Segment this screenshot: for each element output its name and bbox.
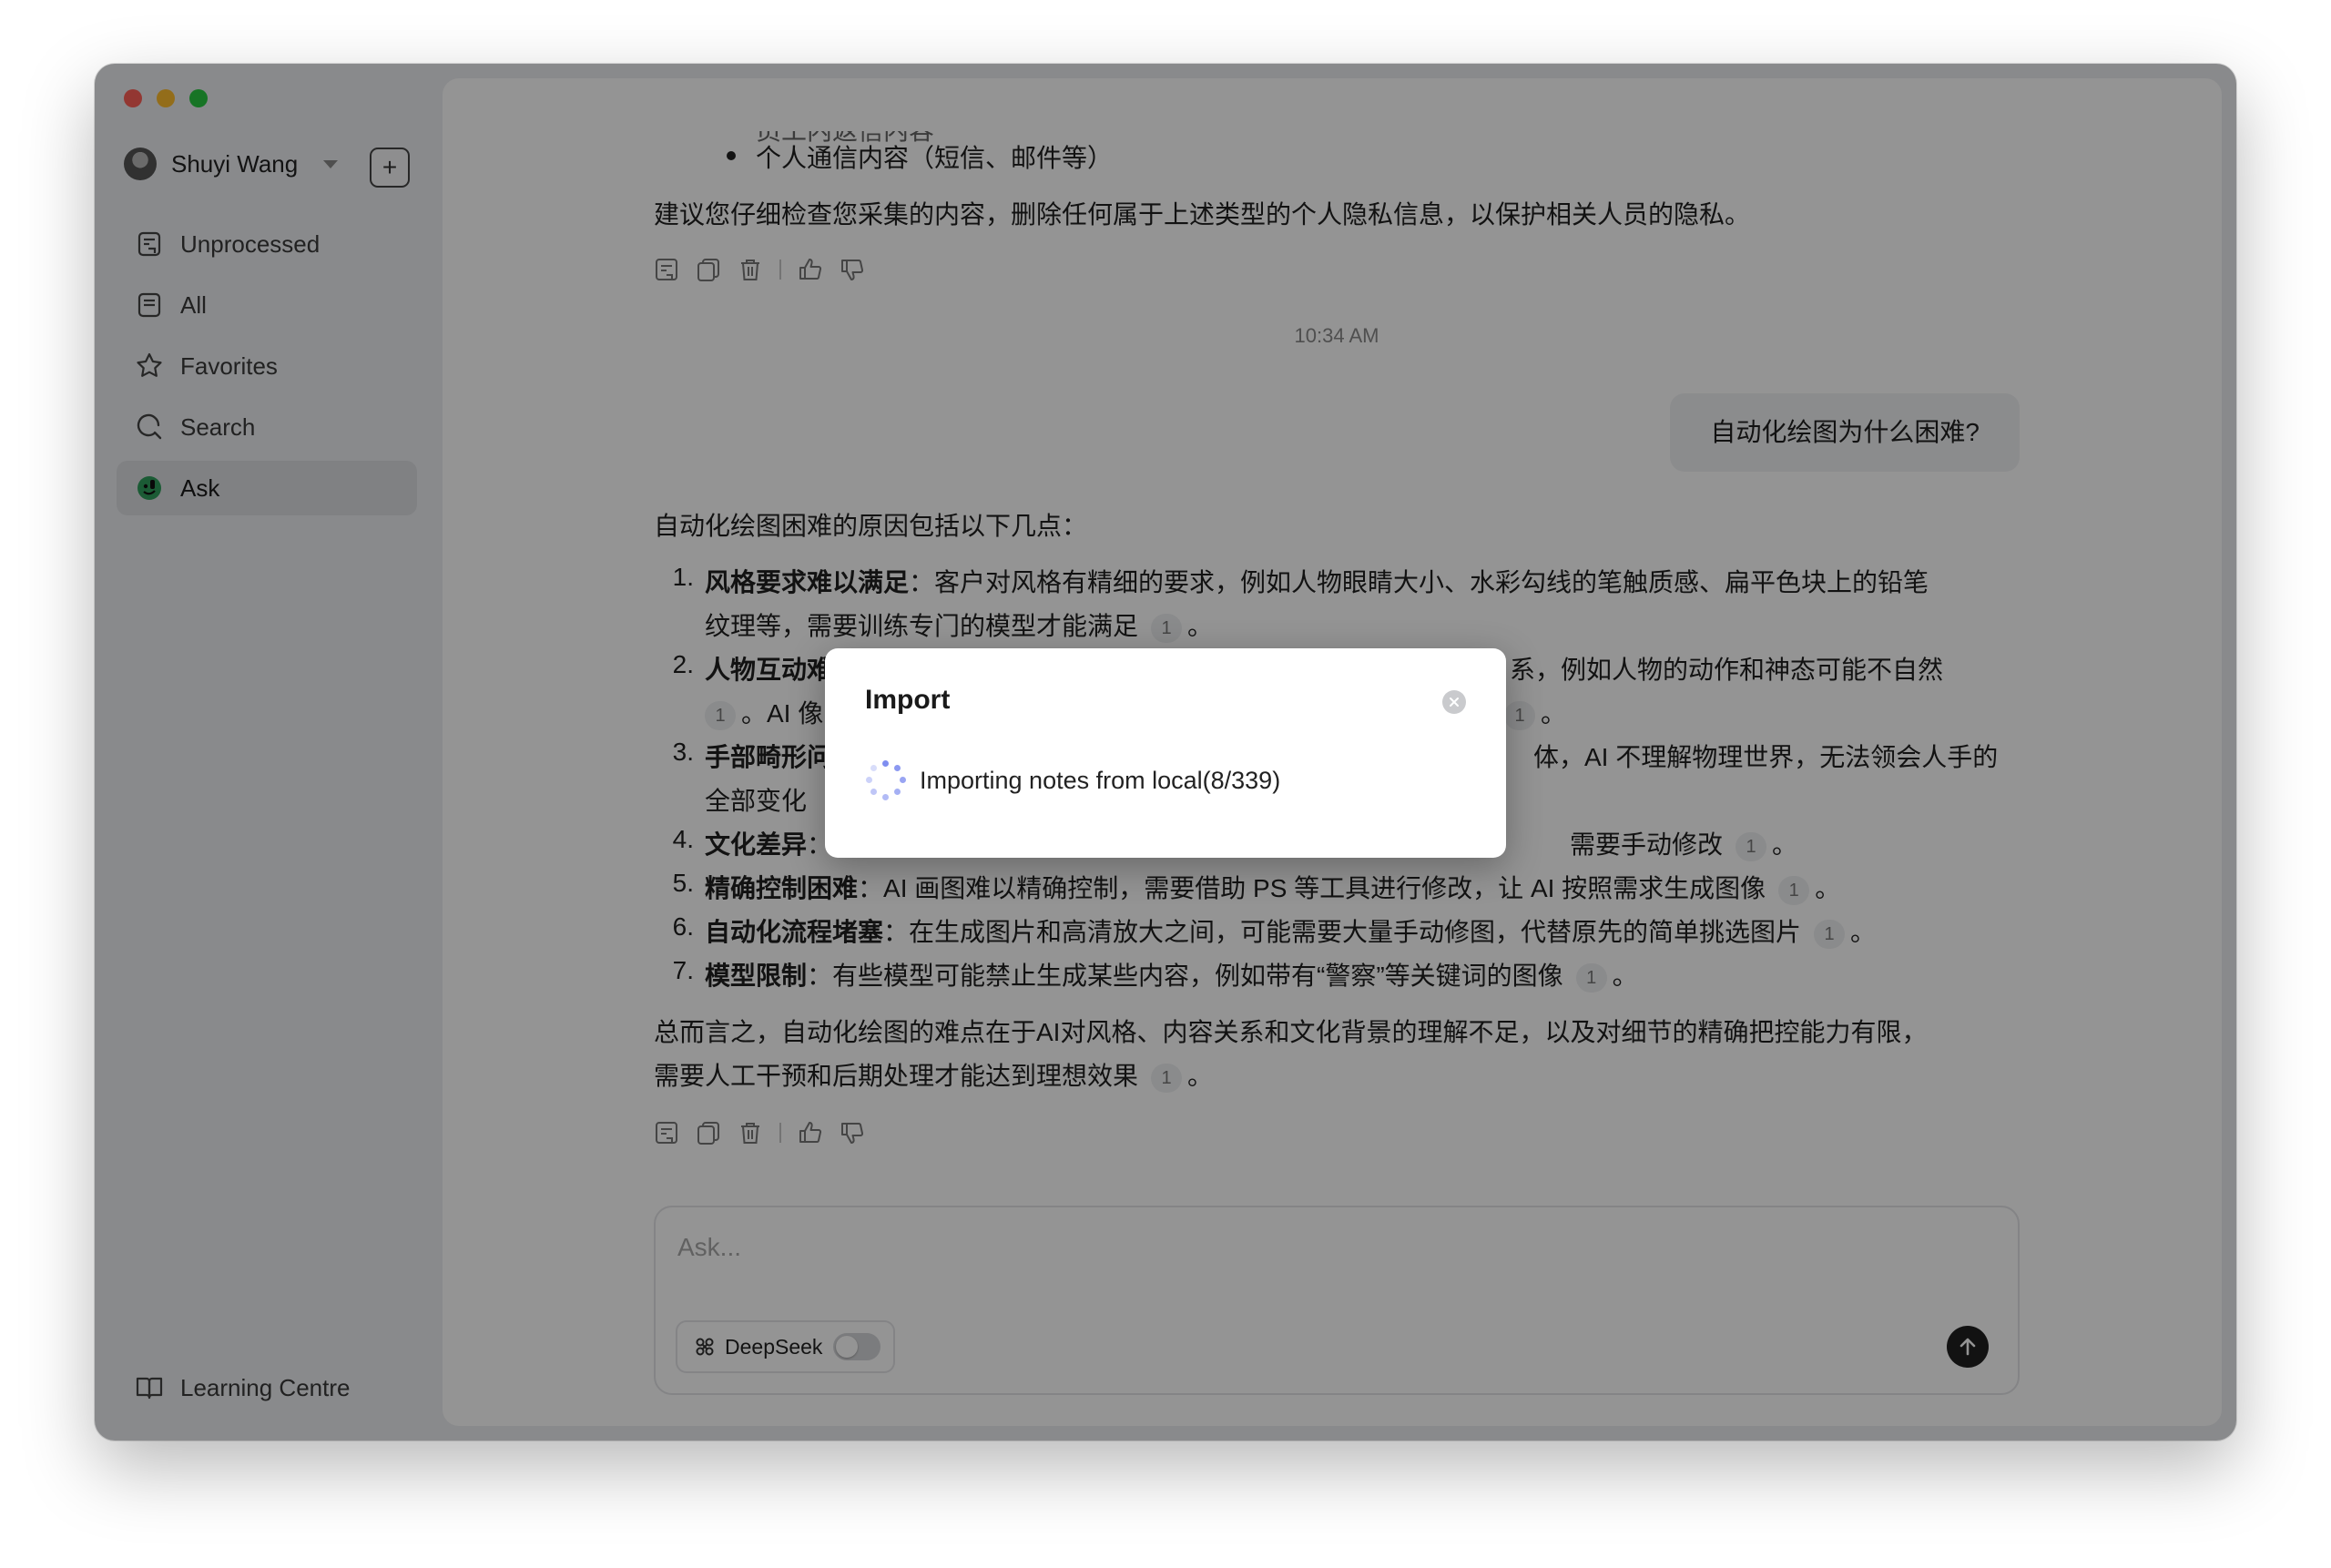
- import-dialog: Import Importing notes from local(8/339): [825, 648, 1506, 858]
- close-icon: [1450, 697, 1459, 707]
- dialog-close-button[interactable]: [1442, 690, 1466, 714]
- import-status-text: Importing notes from local(8/339): [920, 766, 1281, 794]
- loading-spinner-icon: [865, 759, 907, 801]
- dialog-title: Import: [865, 685, 951, 715]
- import-progress: Importing notes from local(8/339): [865, 759, 1280, 801]
